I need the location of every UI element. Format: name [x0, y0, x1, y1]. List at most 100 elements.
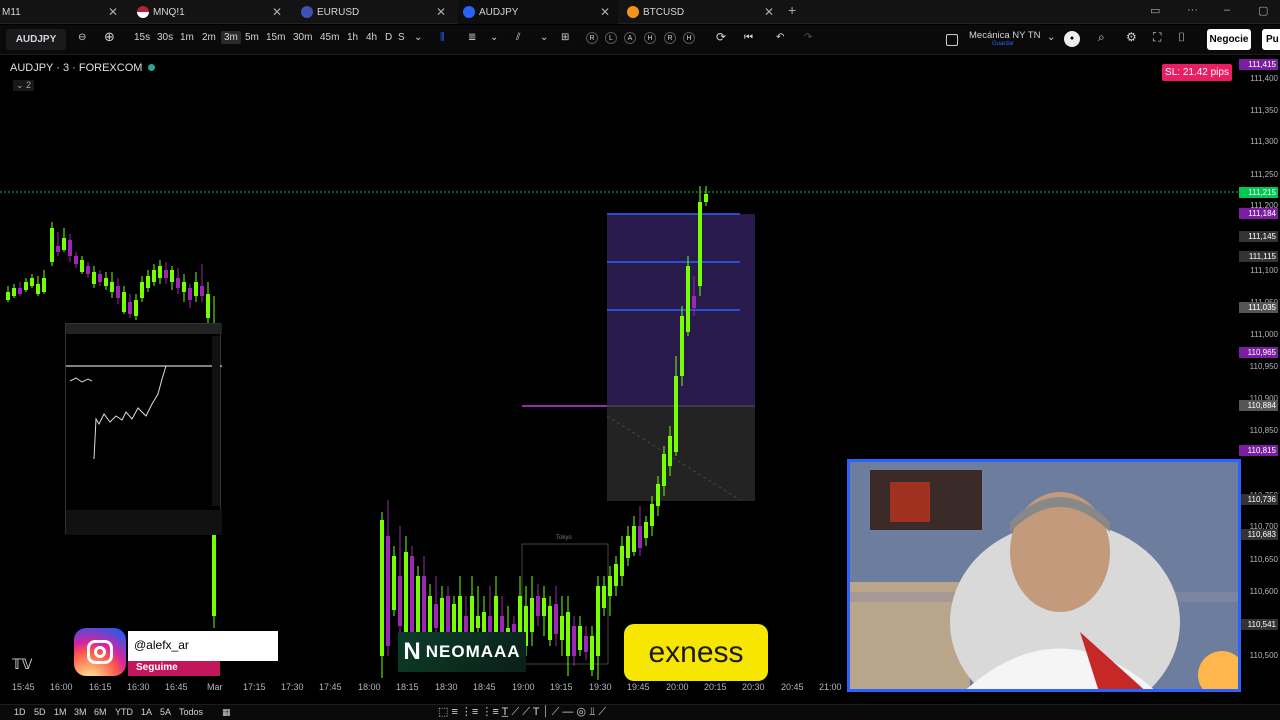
replay-icon[interactable]: ⏮: [744, 32, 753, 43]
time-tick-label: 18:00: [358, 682, 381, 692]
replay-h2-button[interactable]: H: [683, 32, 695, 44]
tab-mnq[interactable]: MNQ!1 ✕: [130, 0, 290, 24]
legend-title: AUDJPY · 3 · FOREXCOM: [10, 62, 143, 74]
maximize-icon[interactable]: ▢: [1258, 4, 1268, 17]
redo-icon[interactable]: ↷: [804, 32, 812, 43]
interval-15m[interactable]: 15m: [266, 32, 285, 43]
replay-h-button[interactable]: H: [644, 32, 656, 44]
candle-body: [194, 282, 198, 296]
time-tick-label: 20:00: [666, 682, 689, 692]
symbol-search-button[interactable]: AUDJPY: [6, 29, 66, 50]
price-tag: 110,965: [1239, 347, 1278, 358]
more-icon[interactable]: ···: [1187, 4, 1198, 16]
close-icon[interactable]: ✕: [436, 5, 446, 19]
compare-icon[interactable]: ⊖: [78, 32, 86, 43]
replay-r2-button[interactable]: R: [664, 32, 676, 44]
range-6m[interactable]: 6M: [94, 707, 107, 717]
time-tick-label: 20:45: [781, 682, 804, 692]
candle-body: [536, 596, 540, 616]
legend-toggle[interactable]: ⌄ 2: [13, 80, 35, 91]
range-1d[interactable]: 1D: [14, 707, 26, 717]
range-1a[interactable]: 1A: [141, 707, 152, 717]
candle-body: [686, 266, 690, 332]
fullscreen-icon[interactable]: ⛶: [1153, 30, 1161, 45]
publish-button[interactable]: Pu: [1262, 29, 1280, 50]
candle-body: [608, 576, 612, 596]
interval-1h[interactable]: 1h: [347, 32, 358, 43]
candle-body: [698, 202, 702, 286]
candle-body: [596, 586, 600, 656]
range-5a[interactable]: 5A: [160, 707, 171, 717]
layout-name[interactable]: Mecánica NY TN: [969, 30, 1040, 41]
new-tab-icon[interactable]: +: [788, 2, 796, 18]
candles-icon[interactable]: ⫼: [440, 32, 445, 43]
drawing-tools-icon[interactable]: ⬚ ≡ ⋮≡ ⋮≡ T̲ ⟋ ⟋ T ⏐ ⟋ — ◎ ⫫ ⟋: [438, 705, 606, 719]
tab-m11[interactable]: M11 ✕: [0, 0, 126, 24]
sponsor-neomaaa-logo: N NEOMAAA: [398, 632, 526, 672]
candle-body: [92, 272, 96, 284]
layout-icon[interactable]: ▭: [1150, 4, 1160, 17]
candle-body: [110, 282, 114, 292]
interval-5m[interactable]: 5m: [245, 32, 259, 43]
time-tick-label: 21:00: [819, 682, 842, 692]
interval-3m[interactable]: 3m: [221, 31, 241, 44]
layout-checkbox[interactable]: [946, 34, 958, 46]
candle-body: [128, 302, 132, 314]
interval-2m[interactable]: 2m: [202, 32, 216, 43]
time-tick-label: 16:45: [165, 682, 188, 692]
close-icon[interactable]: ✕: [108, 5, 118, 19]
chevron-down-icon[interactable]: ⌄: [490, 32, 498, 43]
layout-save-label[interactable]: Guardar: [992, 41, 1014, 47]
tab-btcusd[interactable]: BTCUSD ✕: [622, 0, 782, 24]
price-tag: 111,215: [1239, 187, 1278, 198]
gear-icon[interactable]: ⚙: [1126, 30, 1137, 44]
close-icon[interactable]: ✕: [764, 5, 774, 19]
interval-45m[interactable]: 45m: [320, 32, 339, 43]
avatar[interactable]: ●: [1064, 31, 1080, 47]
close-icon[interactable]: ✕: [600, 5, 610, 19]
price-tag: 111,184: [1239, 208, 1278, 219]
close-icon[interactable]: ✕: [272, 5, 282, 19]
candle-body: [164, 270, 168, 278]
candle-body: [134, 300, 138, 316]
interval-4h[interactable]: 4h: [366, 32, 377, 43]
undo-icon[interactable]: ↶: [776, 32, 784, 43]
chevron-down-icon[interactable]: ⌄: [1047, 32, 1055, 43]
indicators-icon[interactable]: ≣: [468, 32, 476, 43]
search-icon[interactable]: ⌕: [1098, 30, 1105, 45]
trade-button[interactable]: Negocie: [1207, 29, 1251, 50]
stop-loss-zone: [607, 406, 755, 501]
interval-30s[interactable]: 30s: [157, 32, 173, 43]
range-ytd[interactable]: YTD: [115, 707, 133, 717]
chart-type-icon[interactable]: ⫽: [516, 32, 520, 43]
interval-d[interactable]: D: [385, 32, 392, 43]
price-tag: 111,115: [1239, 251, 1278, 262]
tab-eurusd[interactable]: EURUSD ✕: [296, 0, 454, 24]
candle-body: [152, 270, 156, 282]
calendar-icon[interactable]: ▦: [222, 707, 231, 718]
candle-body: [50, 228, 54, 262]
interval-15s[interactable]: 15s: [134, 32, 150, 43]
time-tick-label: 19:30: [589, 682, 612, 692]
interval-30m[interactable]: 30m: [293, 32, 312, 43]
range-all[interactable]: Todos: [179, 707, 203, 717]
candle-body: [638, 526, 642, 548]
replay-r-button[interactable]: R: [586, 32, 598, 44]
alert-icon[interactable]: ⟳: [716, 30, 726, 44]
range-5d[interactable]: 5D: [34, 707, 46, 717]
replay-l-button[interactable]: L: [605, 32, 617, 44]
chevron-down-icon[interactable]: ⌄: [540, 32, 548, 43]
chevron-down-icon[interactable]: ⌄: [414, 32, 422, 43]
interval-1m[interactable]: 1m: [180, 32, 194, 43]
interval-s[interactable]: S: [398, 32, 405, 43]
time-tick-label: 19:15: [550, 682, 573, 692]
range-3m[interactable]: 3M: [74, 707, 87, 717]
range-1m[interactable]: 1M: [54, 707, 67, 717]
add-symbol-icon[interactable]: ⊕: [104, 29, 115, 45]
price-tick-label: 110,650: [1249, 555, 1278, 564]
minimize-icon[interactable]: –: [1224, 4, 1230, 16]
tab-audjpy[interactable]: AUDJPY ✕: [458, 0, 618, 24]
templates-icon[interactable]: ⊞: [561, 32, 569, 43]
camera-icon[interactable]: ⌷: [1178, 30, 1185, 45]
replay-a-button[interactable]: A: [624, 32, 636, 44]
